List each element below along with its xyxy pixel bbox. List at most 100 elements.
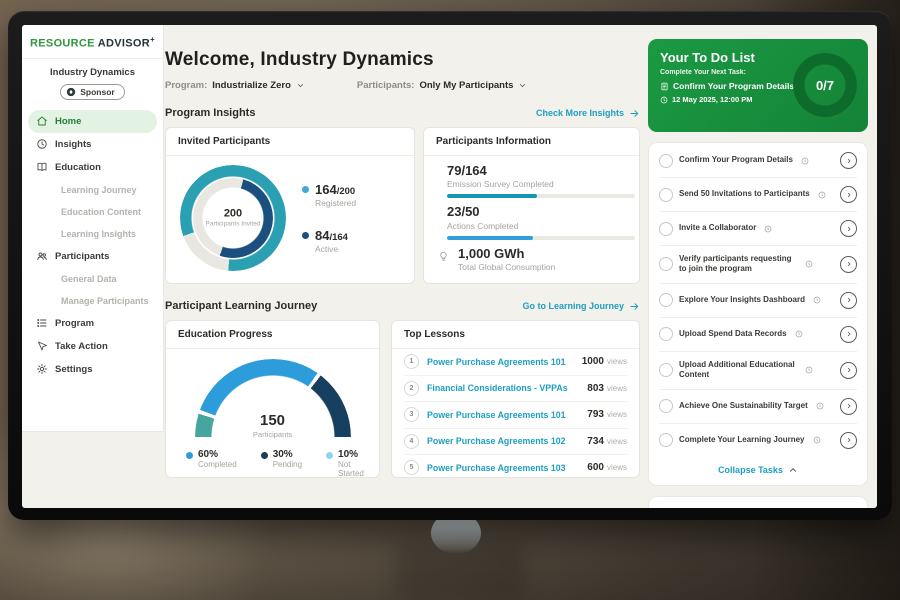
task-row[interactable]: Confirm Your Program Details [659,144,857,178]
sidebar: RESOURCE ADVISOR+ Industry Dynamics Spon… [22,25,164,432]
lesson-row[interactable]: 5 Power Purchase Agreements 103 600views [404,455,627,478]
task-label: Confirm Your Program Details [679,155,793,165]
program-filter-value: Industrialize Zero [212,80,291,91]
sidebar-item-settings[interactable]: Settings [28,358,157,381]
lesson-link[interactable]: Power Purchase Agreements 101 [427,357,574,367]
task-checkbox[interactable] [659,363,673,377]
sidebar-item-learning-insights[interactable]: Learning Insights [28,223,157,245]
lesson-row[interactable]: 2 Financial Considerations - VPPAs 803vi… [404,376,627,403]
education-progress-title: Education Progress [166,321,379,349]
chevron-right-icon [845,191,853,199]
lesson-link[interactable]: Power Purchase Agreements 102 [427,436,579,446]
gauge-value: 150 [195,412,351,429]
lesson-rank: 3 [404,407,419,422]
task-open-button[interactable] [840,326,857,343]
chevron-right-icon [845,225,853,233]
sidebar-item-education-content[interactable]: Education Content [28,201,157,223]
task-checkbox[interactable] [659,257,673,271]
gauge-legend: 60% Completed 30% Pending [176,449,369,478]
clock-icon [818,191,826,199]
task-open-button[interactable] [840,362,857,379]
sidebar-item-manage-participants[interactable]: Manage Participants [28,290,157,312]
lesson-rank: 2 [404,381,419,396]
task-checkbox[interactable] [659,222,673,236]
sidebar-item-program[interactable]: Program [28,312,157,335]
task-open-button[interactable] [840,256,857,273]
task-checkbox[interactable] [659,433,673,447]
task-open-button[interactable] [840,292,857,309]
task-checkbox[interactable] [659,154,673,168]
top-lessons-card: Top Lessons 1 Power Purchase Agreements … [391,320,640,478]
invited-participants-card: Invited Participants 200 Participants In… [165,127,415,284]
actions-progress-bar [447,236,635,240]
task-open-button[interactable] [840,186,857,203]
todo-progress-ring: 0/7 [793,53,857,117]
top-lessons-title: Top Lessons [392,321,639,349]
task-row[interactable]: Upload Spend Data Records [659,318,857,352]
lesson-link[interactable]: Power Purchase Agreements 101 [427,410,579,420]
clock-icon [816,402,824,410]
sidebar-item-label: Take Action [55,341,108,352]
task-label: Achieve One Sustainability Target [679,401,808,411]
participants-filter-label: Participants: [357,80,415,91]
task-checkbox[interactable] [659,327,673,341]
monitor-bezel: RESOURCE ADVISOR+ Industry Dynamics Spon… [8,11,892,520]
lesson-rank: 1 [404,354,419,369]
insights-icon [36,138,48,150]
invited-total-label: Participants Invited [205,220,261,228]
participants-filter[interactable]: Participants: Only My Participants [357,80,528,91]
go-to-learning-journey-link[interactable]: Go to Learning Journey [522,301,640,312]
task-row[interactable]: Complete Your Learning Journey [659,424,857,457]
logo-text-advisor: ADVISOR [98,38,150,50]
sponsor-icon [66,87,76,97]
task-open-button[interactable] [840,220,857,237]
program-filter[interactable]: Program: Industrialize Zero [165,80,305,91]
sidebar-item-label: Settings [55,364,92,375]
logo-plus: + [150,35,155,44]
task-checkbox[interactable] [659,293,673,307]
task-label: Explore Your Insights Dashboard [679,295,805,305]
lesson-row[interactable]: 1 Power Purchase Agreements 101 1000view… [404,349,627,376]
sidebar-item-learning-journey[interactable]: Learning Journey [28,179,157,201]
sidebar-item-home[interactable]: Home [28,110,157,133]
todo-progress-value: 0/7 [793,53,857,117]
sidebar-item-general-data[interactable]: General Data [28,268,157,290]
chevron-down-icon [296,81,305,90]
check-more-insights-link[interactable]: Check More Insights [536,108,640,119]
lesson-row[interactable]: 3 Power Purchase Agreements 101 793views [404,402,627,429]
task-row[interactable]: Achieve One Sustainability Target [659,390,857,424]
sidebar-item-participants[interactable]: Participants [28,245,157,268]
task-open-button[interactable] [840,432,857,449]
lesson-link[interactable]: Power Purchase Agreements 103 [427,463,579,473]
lesson-row[interactable]: 4 Power Purchase Agreements 102 734views [404,429,627,456]
todo-summary-card: Your To Do List Complete Your Next Task:… [648,39,868,132]
legend-dot [302,186,309,193]
task-row[interactable]: Send 50 Invitations to Participants [659,178,857,212]
task-checkbox[interactable] [659,399,673,413]
task-open-button[interactable] [840,398,857,415]
legend-registered: 164/200 Registered [302,182,356,208]
task-row[interactable]: Invite a Collaborator [659,212,857,246]
task-checkbox[interactable] [659,188,673,202]
task-label: Invite a Collaborator [679,223,756,233]
lesson-link[interactable]: Financial Considerations - VPPAs [427,383,579,393]
sidebar-item-label: Program [55,318,94,329]
sidebar-item-education[interactable]: Education [28,156,157,179]
home-icon [36,115,48,127]
lesson-rank: 4 [404,434,419,449]
sidebar-item-label: Insights [55,139,91,150]
task-label: Upload Spend Data Records [679,329,787,339]
sidebar-item-insights[interactable]: Insights [28,133,157,156]
filters-row: Program: Industrialize Zero Participants… [165,80,640,91]
task-row[interactable]: Explore Your Insights Dashboard [659,284,857,318]
collapse-tasks-link[interactable]: Collapse Tasks [659,457,857,481]
task-row[interactable]: Upload Additional Educational Content [659,352,857,390]
chevron-right-icon [845,260,853,268]
task-row[interactable]: Verify participants requesting to join t… [659,246,857,284]
organization-name: Industry Dynamics [22,67,163,78]
sidebar-item-take-action[interactable]: Take Action [28,335,157,358]
clock-icon [801,157,809,165]
sponsor-badge: Sponsor [60,84,124,100]
program-filter-label: Program: [165,80,207,91]
task-open-button[interactable] [840,152,857,169]
